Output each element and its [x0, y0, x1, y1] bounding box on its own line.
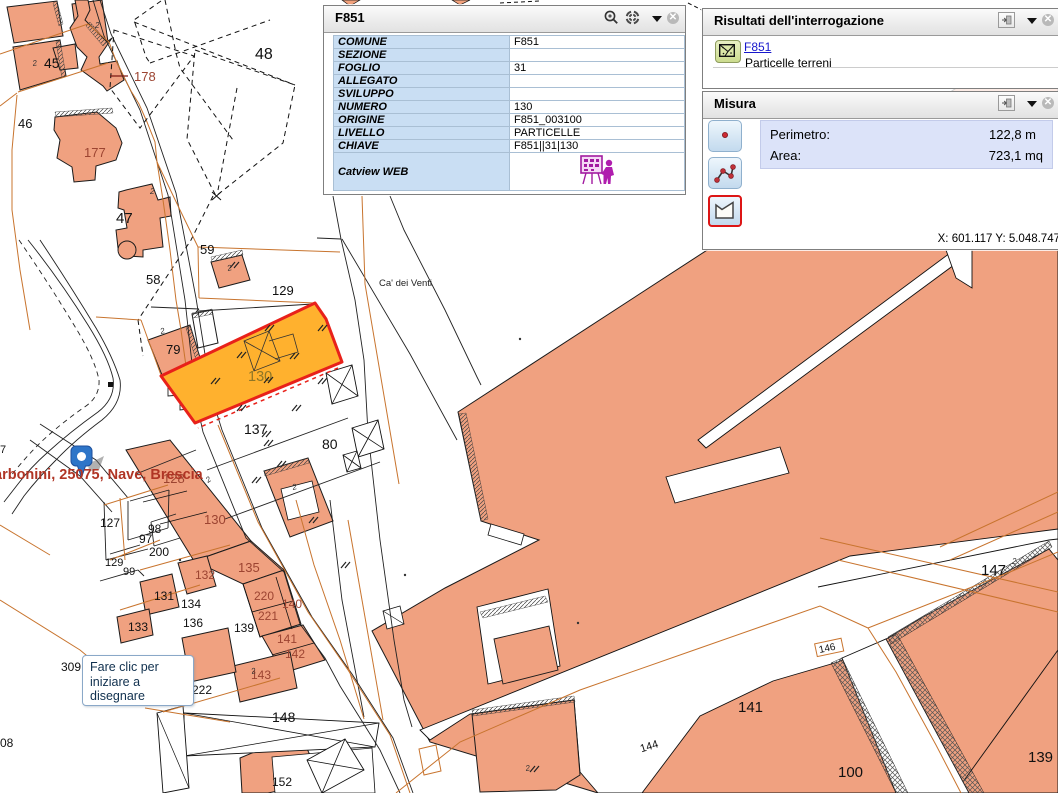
svg-text:133: 133: [128, 620, 148, 634]
svg-text:2: 2: [94, 21, 100, 30]
svg-text:148: 148: [272, 709, 296, 725]
svg-text:46: 46: [18, 116, 32, 131]
svg-text:135: 135: [238, 560, 260, 575]
svg-text:147: 147: [981, 562, 1006, 579]
svg-text:178: 178: [134, 69, 156, 84]
svg-text:142: 142: [285, 647, 305, 661]
svg-text:98: 98: [148, 522, 162, 536]
svg-text:200: 200: [149, 545, 169, 559]
svg-text:221: 221: [258, 609, 278, 623]
svg-text:132: 132: [195, 568, 215, 582]
svg-text:48: 48: [255, 46, 273, 63]
svg-text:177: 177: [84, 145, 106, 160]
svg-text:139: 139: [234, 621, 254, 635]
svg-text:134: 134: [181, 597, 201, 611]
svg-text:141: 141: [277, 632, 297, 646]
svg-text:309: 309: [61, 660, 81, 674]
svg-text:130: 130: [204, 512, 226, 527]
svg-text:Ca' dei Venti: Ca' dei Venti: [379, 278, 432, 289]
svg-text:08: 08: [0, 736, 14, 750]
svg-text:222: 222: [192, 683, 212, 697]
svg-text:47: 47: [116, 210, 133, 227]
svg-text:99: 99: [123, 566, 135, 578]
svg-text:100: 100: [838, 764, 863, 781]
svg-text:220: 220: [254, 589, 274, 603]
svg-text:58: 58: [146, 272, 160, 287]
svg-text:2: 2: [149, 187, 155, 196]
svg-text:129: 129: [105, 557, 123, 569]
svg-text:45: 45: [44, 55, 60, 71]
svg-text:59: 59: [200, 242, 214, 257]
svg-text:arbonini, 25075, Nave, Brescia: arbonini, 25075, Nave, Brescia: [0, 467, 204, 483]
svg-text:139: 139: [1028, 749, 1053, 766]
svg-text:7: 7: [0, 444, 6, 456]
svg-text:140: 140: [282, 597, 302, 611]
svg-text:137: 137: [244, 421, 268, 437]
svg-text:131: 131: [154, 589, 174, 603]
svg-text:80: 80: [322, 436, 338, 452]
svg-text:141: 141: [738, 699, 763, 716]
svg-text:79: 79: [166, 342, 180, 357]
svg-text:2: 2: [1011, 557, 1017, 566]
svg-text:152: 152: [272, 775, 292, 789]
svg-text:127: 127: [100, 516, 120, 530]
svg-text:136: 136: [183, 616, 203, 630]
svg-text:129: 129: [272, 283, 294, 298]
